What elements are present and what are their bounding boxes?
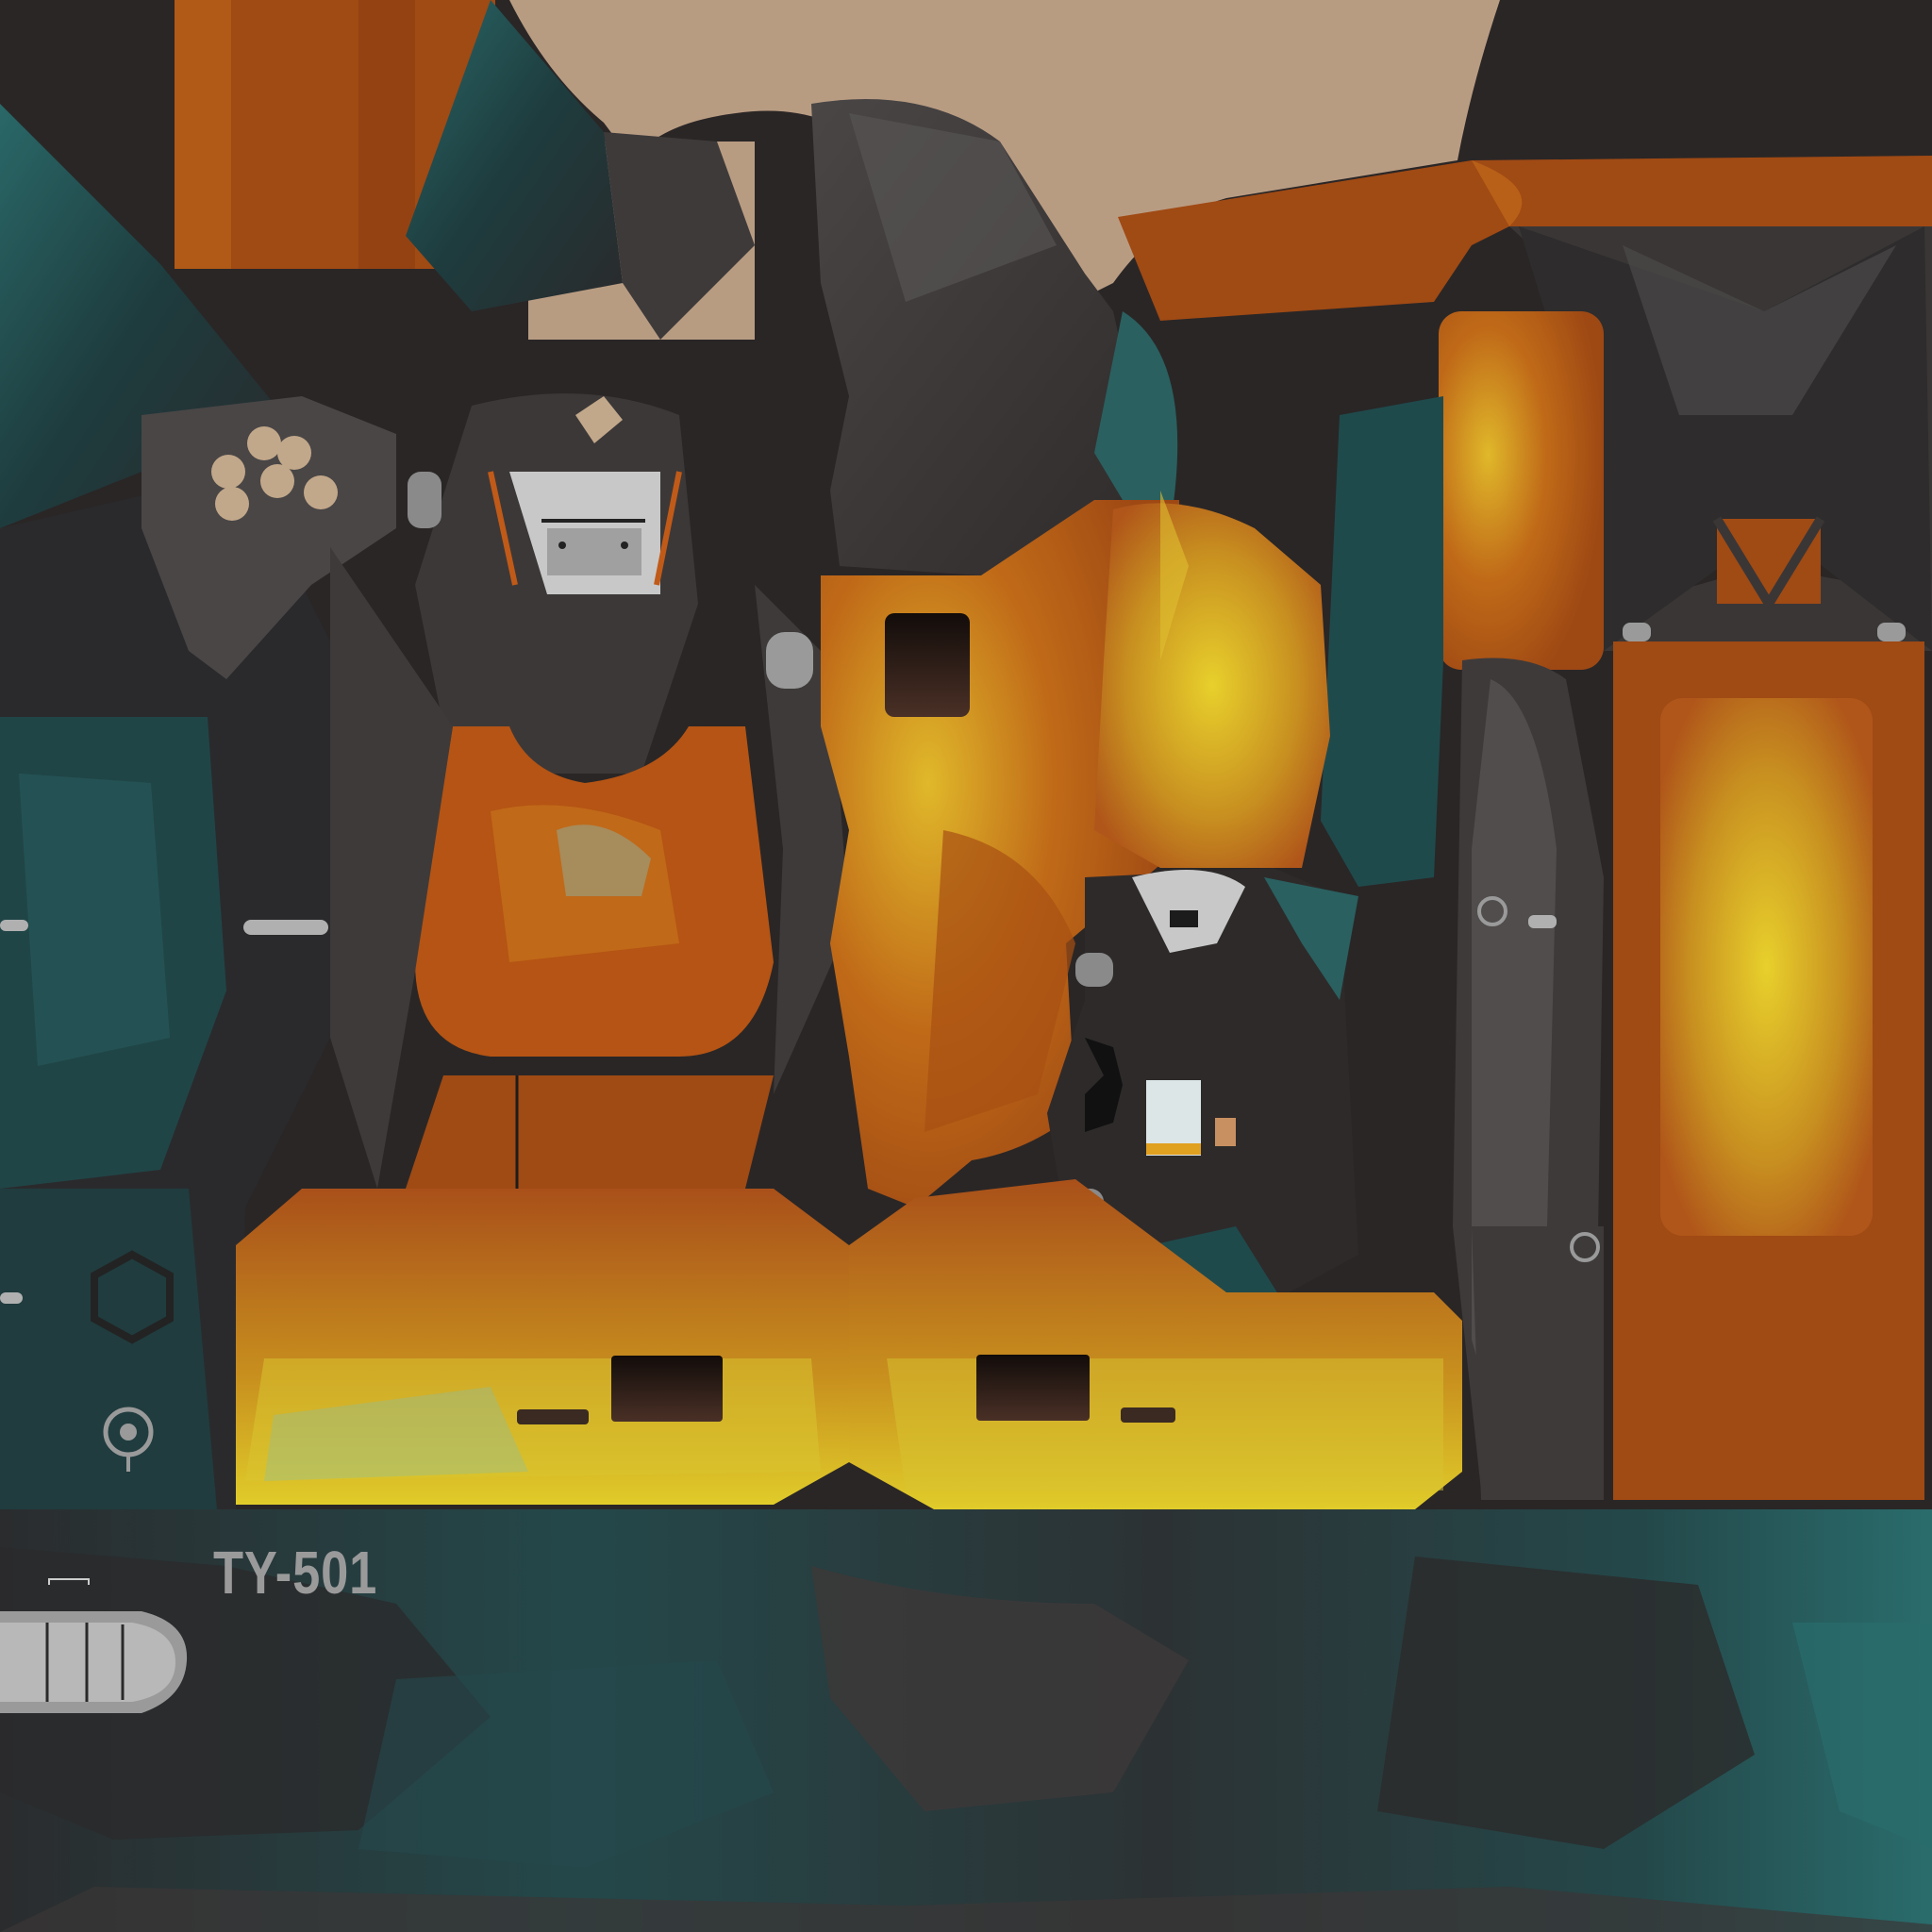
teal-strip-mid-right xyxy=(1321,396,1443,887)
dark-slot-right xyxy=(976,1355,1090,1421)
dark-strap-right xyxy=(1472,1226,1604,1500)
dark-slot-upper xyxy=(885,613,970,717)
orange-column-upper xyxy=(1439,311,1604,670)
texture-atlas xyxy=(0,0,1932,1932)
code-label: TY-501 xyxy=(213,1539,378,1607)
dark-slot-left xyxy=(611,1356,723,1422)
orange-x-mark xyxy=(1717,519,1821,604)
yellow-window xyxy=(1660,698,1873,1236)
